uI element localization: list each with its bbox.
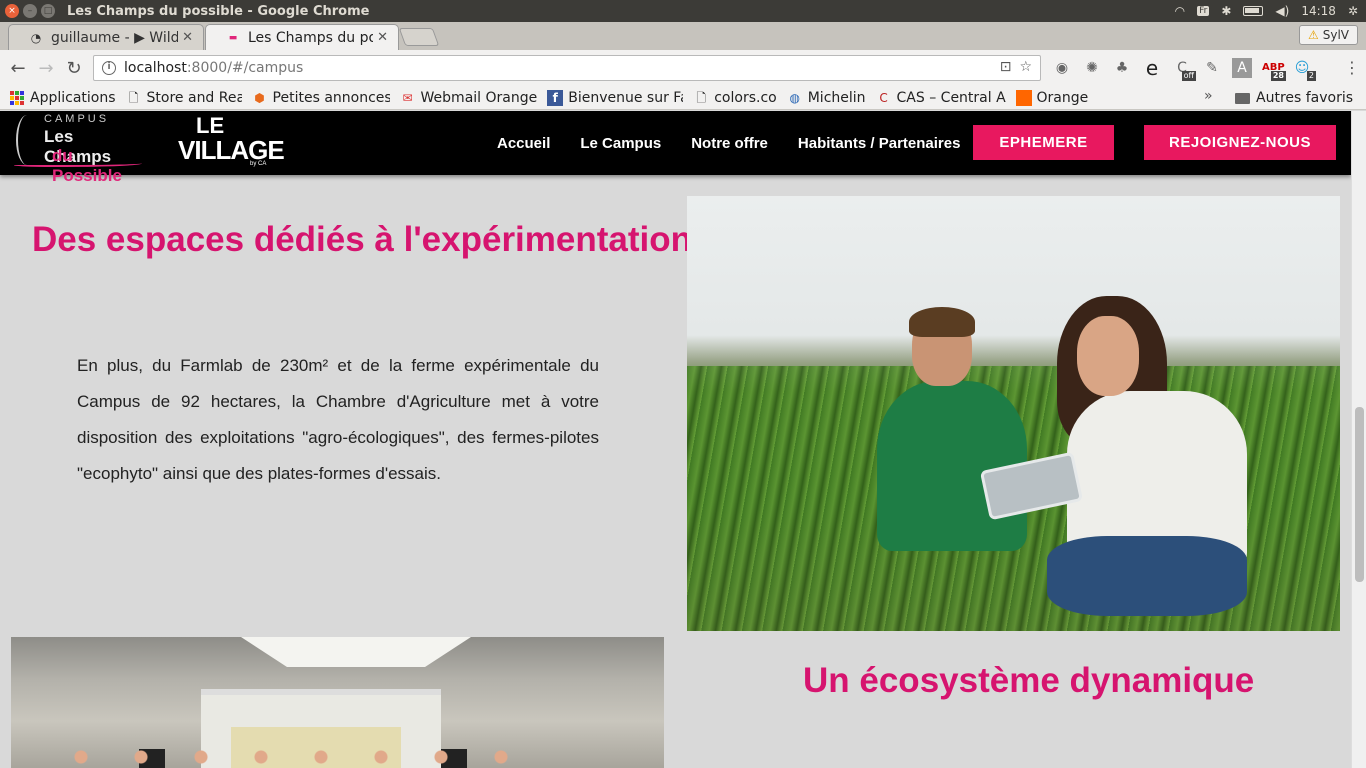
profile-name: SylV (1322, 28, 1349, 42)
bookmark-petites-annonces[interactable]: ⬢ Petites annonces (252, 90, 389, 106)
loading-icon: ◔ (30, 30, 42, 45)
site-info-icon[interactable]: i (102, 61, 116, 75)
bookmarks-overflow-chevron-icon[interactable]: » (1204, 88, 1213, 104)
nav-notre-offre[interactable]: Notre offre (691, 135, 768, 152)
bluetooth-icon[interactable]: ✱ (1221, 4, 1231, 18)
ext-tree-icon[interactable]: ♣ (1112, 58, 1132, 78)
os-title-bar: × – □ Les Champs du possible - Google Ch… (0, 0, 1366, 22)
eyedropper-icon[interactable]: ✎ (1202, 58, 1222, 78)
maximize-window-icon[interactable]: □ (41, 4, 55, 18)
ext-e-icon[interactable]: e (1142, 58, 1162, 78)
new-tab-button[interactable] (398, 28, 440, 46)
section-body-experimentation: En plus, du Farmlab de 230m² et de la fe… (77, 356, 599, 483)
site-favicon: ▬ (228, 32, 238, 43)
translate-icon[interactable]: ⊡ (1000, 59, 1012, 75)
back-arrow-icon[interactable]: ← (4, 58, 32, 79)
page-icon: 🗋 (696, 90, 707, 105)
conference-photo (11, 637, 664, 768)
section-title-ecosystem: Un écosystème dynamique (803, 661, 1255, 700)
bookmark-store-and-read[interactable]: 🗋 Store and Read In (126, 90, 242, 106)
farmers-field-photo (687, 196, 1340, 631)
bookmark-webmail-orange[interactable]: ✉ Webmail Orange (400, 90, 538, 106)
window-controls: × – □ (5, 4, 55, 18)
page-scrollbar[interactable] (1351, 111, 1366, 768)
other-bookmarks-folder[interactable]: Autres favoris (1235, 86, 1353, 110)
url-host: localhost (124, 60, 187, 76)
forward-arrow-icon[interactable]: → (32, 58, 60, 79)
ext-a-icon[interactable]: A (1232, 58, 1252, 78)
wifi-icon[interactable]: ◠ (1175, 4, 1185, 18)
tab-guillaume[interactable]: ◔ guillaume - ▶ Wild Ch ✕ (8, 24, 204, 50)
tab-strip: ◔ guillaume - ▶ Wild Ch ✕ ▬ Les Champs d… (0, 22, 1366, 50)
join-us-button[interactable]: REJOIGNEZ-NOUS (1144, 125, 1336, 160)
wheat-icon (16, 115, 38, 165)
site-header: CAMPUS Les Champs du Possible LE VILLAGE… (0, 111, 1351, 185)
nav-le-campus[interactable]: Le Campus (580, 135, 661, 152)
keyboard-layout-indicator[interactable]: Fr (1197, 6, 1210, 16)
ext-circle-icon[interactable]: ◉ (1052, 58, 1072, 78)
tab-les-champs[interactable]: ▬ Les Champs du possible ✕ (205, 24, 399, 50)
page-viewport: CAMPUS Les Champs du Possible LE VILLAGE… (0, 111, 1351, 768)
bookmark-facebook[interactable]: f Bienvenue sur Fa (547, 89, 683, 106)
bookmark-cas[interactable]: C CAS – Central Aut (876, 90, 1005, 106)
tab-label: Les Champs du possible (248, 29, 374, 46)
bookmark-colors[interactable]: 🗋 colors.co (693, 90, 776, 106)
main-nav: Accueil Le Campus Notre offre Habitants … (497, 135, 960, 152)
url-path: :8000/#/campus (186, 60, 304, 76)
section-title-experimentation: Des espaces dédiés à l'expérimentation (32, 220, 693, 259)
bookmark-michelin[interactable]: ◍ Michelin (787, 90, 865, 106)
adblock-icon[interactable]: ABP 28 (1262, 58, 1286, 81)
bookmark-applications[interactable]: Applications (10, 90, 116, 106)
nav-accueil[interactable]: Accueil (497, 135, 550, 152)
window-title: Les Champs du possible - Google Chrome (67, 3, 370, 19)
michelin-icon: ◍ (789, 90, 800, 105)
bookmarks-bar: Applications 🗋 Store and Read In ⬢ Petit… (0, 86, 1366, 110)
address-bar[interactable]: i localhost:8000/#/campus ⊡ ☆ (93, 55, 1041, 81)
facebook-icon: f (547, 89, 564, 106)
minimize-window-icon[interactable]: – (23, 4, 37, 18)
bookmark-orange[interactable]: Orange (1015, 89, 1088, 106)
webmail-icon: ✉ (402, 90, 413, 105)
toolbar: ← → ↻ i localhost:8000/#/campus ⊡ ☆ ◉ ✺ … (0, 50, 1366, 86)
chrome-menu-icon[interactable]: ⋮ (1344, 58, 1360, 77)
system-tray: ◠ Fr ✱ ◀) 14:18 ✲ (1175, 0, 1358, 22)
extension-icons: ◉ ✺ ♣ e Coff ✎ A ABP 28 ☺ 2 (1052, 58, 1316, 81)
reload-icon[interactable]: ↻ (60, 58, 88, 79)
tab-label: guillaume - ▶ Wild Ch (51, 29, 179, 46)
village-logo[interactable]: LE VILLAGE by CA (178, 115, 285, 168)
profile-button[interactable]: ⚠ SylV (1298, 25, 1358, 45)
tab-close-icon[interactable]: ✕ (377, 30, 388, 45)
clock[interactable]: 14:18 (1301, 4, 1336, 18)
scrollbar-thumb[interactable] (1355, 407, 1364, 582)
volume-icon[interactable]: ◀) (1275, 4, 1289, 18)
cas-icon: C (879, 90, 888, 105)
tab-close-icon[interactable]: ✕ (182, 30, 193, 45)
campus-logo[interactable]: CAMPUS Les Champs du Possible (14, 113, 144, 185)
warning-icon: ⚠ (1307, 28, 1319, 42)
bookmark-star-icon[interactable]: ☆ (1019, 59, 1032, 75)
close-window-icon[interactable]: × (5, 4, 19, 18)
nav-habitants-partenaires[interactable]: Habitants / Partenaires (798, 135, 961, 152)
folder-icon (1235, 92, 1250, 104)
ext-c-off-icon[interactable]: Coff (1172, 58, 1196, 81)
settings-gear-icon[interactable]: ✲ (1348, 4, 1358, 18)
ext-ghost-icon[interactable]: ☺ 2 (1292, 58, 1316, 81)
ephemere-button[interactable]: EPHEMERE (973, 125, 1114, 160)
ext-puzzle-icon[interactable]: ✺ (1082, 58, 1102, 78)
box-icon: ⬢ (254, 90, 265, 105)
orange-icon (1015, 89, 1032, 106)
battery-icon[interactable] (1243, 6, 1264, 16)
apps-grid-icon (10, 90, 24, 105)
page-icon: 🗋 (128, 90, 139, 105)
